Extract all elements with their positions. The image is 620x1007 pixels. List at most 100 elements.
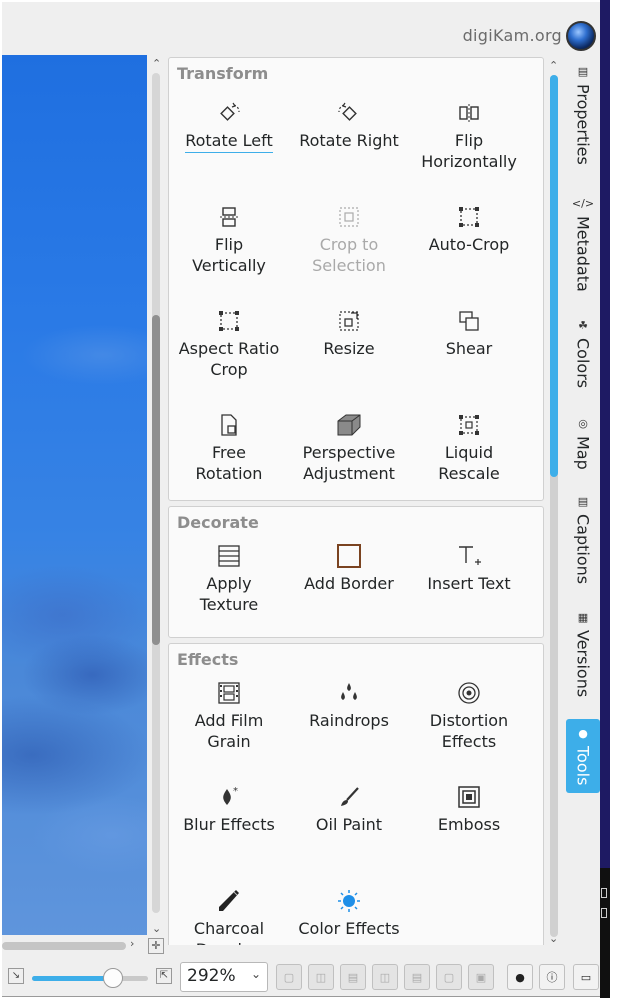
svg-text:*: * xyxy=(233,786,238,797)
tab-captions[interactable]: ▤ Captions xyxy=(566,495,600,584)
tool-label: Charcoal Drawing xyxy=(193,919,265,945)
tab-properties[interactable]: ▤ Properties xyxy=(566,65,600,165)
preview-original-icon: ▢ xyxy=(283,970,295,984)
tab-versions[interactable]: ▦ Versions xyxy=(566,611,600,697)
scroll-down-arrow-icon[interactable]: ⌄ xyxy=(152,922,161,935)
preview-split-icon: ◫ xyxy=(315,970,327,984)
preview-mode-3-button[interactable]: ▤ xyxy=(340,964,366,990)
preview-mode-6-button[interactable]: ▢ xyxy=(436,964,462,990)
tool-label: Insert Text xyxy=(427,574,511,593)
tool-rotate-right[interactable]: Rotate Right xyxy=(289,96,409,151)
versions-icon: ▦ xyxy=(577,611,589,624)
tool-aspect-ratio-crop[interactable]: Aspect Ratio Crop xyxy=(169,304,289,380)
tool-label: Raindrops xyxy=(309,711,389,730)
scroll-up-arrow-icon[interactable]: ⌃ xyxy=(152,57,161,70)
tool-perspective-adjustment[interactable]: Perspective Adjustment xyxy=(289,408,409,484)
tool-label: Flip Horizontally xyxy=(421,131,517,171)
preview-mode-1-button[interactable]: ▢ xyxy=(276,964,302,990)
tool-apply-texture[interactable]: Apply Texture xyxy=(169,539,289,615)
tool-rotate-left[interactable]: Rotate Left xyxy=(169,96,289,153)
image-vertical-scrollbar[interactable]: ⌃ ⌄ xyxy=(148,55,166,935)
tool-shear[interactable]: Shear xyxy=(409,304,529,359)
tool-charcoal-drawing[interactable]: Charcoal Drawing xyxy=(169,884,289,945)
tool-raindrops[interactable]: Raindrops xyxy=(289,676,409,731)
raindrops-icon xyxy=(289,676,409,710)
tool-flip-vertically[interactable]: Flip Vertically xyxy=(169,200,289,276)
tab-tools[interactable]: ● Tools xyxy=(566,719,600,794)
scroll-thumb[interactable] xyxy=(550,75,558,477)
preview-split-horizontal-icon: ▤ xyxy=(347,970,359,984)
preview-mode-4-button[interactable]: ◫ xyxy=(372,964,398,990)
tool-insert-text[interactable]: Insert Text xyxy=(409,539,529,594)
group-title-effects: Effects xyxy=(177,650,239,669)
tool-color-effects[interactable]: Color Effects xyxy=(289,884,409,939)
zoom-slider[interactable] xyxy=(32,968,148,988)
tab-label: Tools xyxy=(573,746,593,786)
preview-mode-5-button[interactable]: ▤ xyxy=(404,964,430,990)
colors-icon: ☘ xyxy=(578,319,588,332)
hscroll-track[interactable] xyxy=(2,942,126,950)
image-canvas[interactable] xyxy=(2,55,147,935)
tab-label: Captions xyxy=(573,514,593,585)
captions-icon: ▤ xyxy=(577,495,589,508)
tool-resize[interactable]: Resize xyxy=(289,304,409,359)
top-bar: digiKam.org xyxy=(2,2,605,54)
tool-label: Auto-Crop xyxy=(428,235,510,254)
tool-add-border[interactable]: Add Border xyxy=(289,539,409,594)
tool-label: Liquid Rescale xyxy=(438,443,500,483)
metadata-icon: </> xyxy=(571,197,595,210)
insert-text-icon xyxy=(409,539,529,573)
tool-label: Perspective Adjustment xyxy=(302,443,396,483)
background-desktop-strip xyxy=(600,0,610,868)
tool-auto-crop[interactable]: Auto-Crop xyxy=(409,200,529,255)
perspective-icon xyxy=(289,408,409,442)
zoom-fit-icon[interactable]: ⇱ xyxy=(156,968,172,984)
tools-panel-scrollbar[interactable]: ⌃ ⌄ xyxy=(546,55,564,945)
brand-label: digiKam.org xyxy=(462,26,562,45)
tools-panel: Transform Rotate Left Rotate Right Flip … xyxy=(166,55,546,945)
overexposure-indicator-button[interactable]: ⓘ xyxy=(539,964,565,990)
tab-map[interactable]: ◎ Map xyxy=(566,417,600,470)
tool-blur-effects[interactable]: * Blur Effects xyxy=(169,780,289,835)
zoom-out-icon[interactable]: ↘ xyxy=(8,968,24,984)
zoom-slider-fill xyxy=(32,976,114,981)
zoom-combo[interactable]: 292% ⌄ xyxy=(180,962,268,992)
info-filled-icon: ● xyxy=(515,970,525,984)
tool-liquid-rescale[interactable]: Liquid Rescale xyxy=(409,408,529,484)
tool-add-film-grain[interactable]: Add Film Grain xyxy=(169,676,289,752)
tab-label: Metadata xyxy=(573,216,593,292)
tool-label: Color Effects xyxy=(298,919,400,938)
blur-icon: * xyxy=(169,780,289,814)
desktop-bracket-mark xyxy=(601,908,607,918)
tool-free-rotation[interactable]: Free Rotation xyxy=(169,408,289,484)
scroll-up-arrow-icon[interactable]: ⌃ xyxy=(549,59,558,72)
preview-mode-2-button[interactable]: ◫ xyxy=(308,964,334,990)
chevron-down-icon: ⌄ xyxy=(250,967,261,981)
tool-crop-to-selection[interactable]: Crop to Selection xyxy=(289,200,409,276)
preview-compare-horizontal-icon: ▤ xyxy=(411,970,423,984)
desktop-bracket-mark xyxy=(601,888,607,898)
preview-mode-7-button[interactable]: ▣ xyxy=(468,964,494,990)
underexposure-indicator-button[interactable]: ● xyxy=(507,964,533,990)
tab-label: Map xyxy=(573,436,593,470)
tool-label: Rotate Right xyxy=(299,131,399,150)
tool-oil-paint[interactable]: Oil Paint xyxy=(289,780,409,835)
digikam-logo-icon xyxy=(566,21,596,51)
scroll-right-arrow-icon[interactable]: › xyxy=(130,937,134,950)
tool-distortion-effects[interactable]: Distortion Effects xyxy=(409,676,529,752)
tool-emboss[interactable]: Emboss xyxy=(409,780,529,835)
image-horizontal-scrollbar[interactable]: › ✛ xyxy=(2,935,166,957)
tool-label: Distortion Effects xyxy=(429,711,509,751)
tab-colors[interactable]: ☘ Colors xyxy=(566,319,600,388)
zoom-slider-knob[interactable] xyxy=(103,968,124,988)
scroll-down-arrow-icon[interactable]: ⌄ xyxy=(549,932,558,945)
scroll-thumb[interactable] xyxy=(152,315,160,645)
color-managed-view-button[interactable]: ▭ xyxy=(573,964,599,990)
tab-label: Colors xyxy=(573,338,593,389)
tool-label: Blur Effects xyxy=(183,815,275,834)
tab-label: Properties xyxy=(573,84,593,165)
tool-flip-horizontally[interactable]: Flip Horizontally xyxy=(409,96,529,172)
tab-metadata[interactable]: </> Metadata xyxy=(566,197,600,292)
properties-icon: ▤ xyxy=(577,65,589,78)
navigate-icon[interactable]: ✛ xyxy=(148,938,164,954)
